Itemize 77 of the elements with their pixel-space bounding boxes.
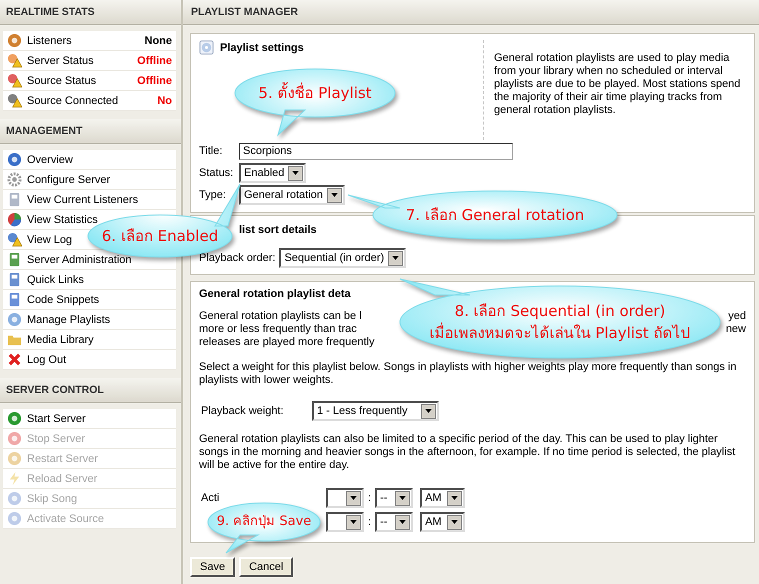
dropdown[interactable]: 1 - Less frequently bbox=[312, 401, 439, 421]
status-value: None bbox=[144, 34, 172, 46]
stat-label: Source Connected bbox=[27, 94, 118, 106]
sidebar-item[interactable]: View Log bbox=[27, 234, 72, 246]
field-label: Acti bbox=[201, 492, 220, 504]
close-icon bbox=[7, 352, 22, 367]
field-label: Playback weight: bbox=[200, 405, 285, 417]
pie-chart-icon bbox=[7, 212, 22, 227]
dropdown[interactable] bbox=[326, 488, 364, 508]
caret-icon bbox=[395, 490, 410, 506]
section-header: MANAGEMENT bbox=[0, 119, 181, 144]
caret-icon bbox=[447, 514, 462, 530]
description-text: General rotation playlists are used to play media from your library when no scheduled or interval playlists are due to be played. Most stations spend the majority of their air time playing tracks from general rotation playlists. bbox=[494, 52, 742, 118]
dropdown[interactable]: -- bbox=[375, 512, 414, 532]
status-value: No bbox=[157, 94, 172, 106]
status-value: Offline bbox=[137, 74, 172, 86]
caret-icon bbox=[326, 188, 342, 202]
caret-icon bbox=[395, 514, 410, 530]
section-heading: Playlist settings bbox=[220, 42, 304, 54]
callout-text: 9. คลิกปุ่ม Save bbox=[216, 513, 312, 531]
sidebar-item[interactable]: View Current Listeners bbox=[27, 194, 138, 206]
field-label: Playback order: bbox=[199, 252, 276, 264]
caret-icon bbox=[346, 490, 361, 506]
paragraph-text: yed bbox=[728, 310, 746, 323]
sidebar-item[interactable]: Configure Server bbox=[27, 174, 110, 186]
cancel-button[interactable]: Cancel bbox=[239, 557, 294, 577]
title-field[interactable]: Scorpions bbox=[239, 142, 513, 160]
paragraph-text: Select a weight for this playlist below. Songs in playlists with higher weights play more frequently than songs in playlists with lower weights. bbox=[199, 361, 738, 387]
section-header: REALTIME STATS bbox=[0, 0, 181, 25]
sidebar-item[interactable]: View Statistics bbox=[27, 214, 98, 226]
section-heading: General rotation playlist deta bbox=[199, 288, 352, 300]
disc-icon bbox=[199, 40, 214, 55]
paragraph-text: General rotation playlists can also be limited to a specific period of the day. This can be used to play lighter songs in the morning and heavier songs in the afternoon, for example. If no time period is selected, the playlist will be active for the entire day. bbox=[199, 433, 736, 472]
field-label: Title: bbox=[199, 145, 224, 157]
paragraph-text: releases are played more frequently bbox=[199, 336, 374, 349]
dropdown[interactable]: -- bbox=[375, 488, 414, 508]
paragraph-text: more or less frequently than trac bbox=[199, 323, 357, 336]
callout-text: 6. เลือก Enabled bbox=[102, 226, 218, 247]
caret-icon bbox=[388, 250, 404, 266]
callout-text: 5. ตั้งชื่อ Playlist bbox=[258, 82, 372, 104]
dropdown[interactable]: AM bbox=[420, 512, 466, 532]
panel-header: PLAYLIST MANAGER bbox=[183, 0, 759, 25]
paragraph-text: new bbox=[726, 323, 746, 336]
stat-label: Source Status bbox=[27, 74, 96, 86]
caret-icon bbox=[447, 490, 462, 506]
section-header: SERVER CONTROL bbox=[0, 378, 181, 403]
lightning-icon bbox=[7, 471, 22, 486]
time-separator: : bbox=[367, 516, 372, 528]
gear-icon bbox=[7, 172, 22, 187]
disc-icon bbox=[7, 312, 22, 327]
dropdown[interactable]: Enabled bbox=[239, 163, 306, 183]
field-label: Status: bbox=[199, 167, 234, 179]
sidebar-item[interactable]: Manage Playlists bbox=[27, 314, 110, 326]
status-value: Offline bbox=[137, 54, 172, 66]
time-separator: : bbox=[367, 492, 372, 504]
field-label: Type: bbox=[199, 189, 227, 201]
save-button[interactable]: Save bbox=[190, 557, 236, 577]
sidebar-item[interactable]: Quick Links bbox=[27, 274, 84, 286]
sidebar-item[interactable]: Overview bbox=[27, 154, 73, 166]
paragraph-text: General rotation playlists can be l bbox=[199, 310, 362, 323]
caret-icon bbox=[421, 404, 436, 418]
dropdown[interactable] bbox=[326, 512, 364, 532]
callout-text: 8. เลือก Sequential (in order) bbox=[454, 301, 666, 322]
sidebar-item[interactable]: Server Administration bbox=[27, 254, 132, 266]
caret-icon bbox=[346, 514, 361, 530]
stat-label: Listeners bbox=[27, 34, 72, 46]
sidebar-item[interactable]: Start Server bbox=[27, 412, 86, 424]
dropdown[interactable]: General rotation bbox=[239, 185, 345, 205]
sidebar-item[interactable]: Code Snippets bbox=[27, 294, 100, 306]
sidebar-item[interactable]: Media Library bbox=[27, 334, 94, 346]
callout-text: 7. เลือก General rotation bbox=[406, 205, 584, 226]
dropdown[interactable]: AM bbox=[420, 488, 466, 508]
caret-icon bbox=[288, 166, 304, 180]
sidebar-item[interactable]: Log Out bbox=[27, 354, 66, 366]
stat-label: Server Status bbox=[27, 54, 94, 66]
callout-text: เมื่อเพลงหมดจะได้เล่นใน Playlist ถัดไป bbox=[430, 322, 690, 344]
dropdown[interactable]: Sequential (in order) bbox=[279, 248, 406, 268]
